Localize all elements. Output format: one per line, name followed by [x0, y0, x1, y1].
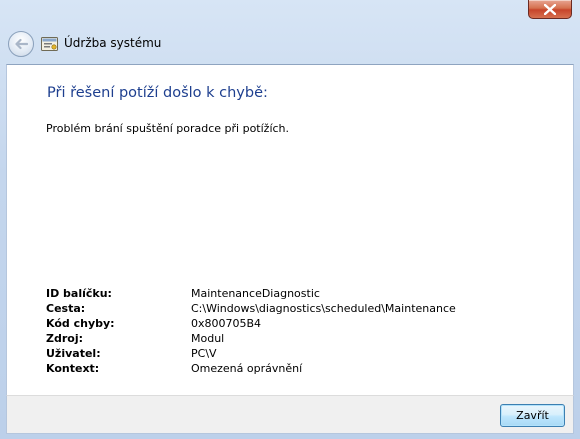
dialog-footer: Zavřít — [6, 395, 574, 434]
detail-label: Zdroj: — [46, 332, 84, 345]
detail-label: ID balíčku: — [46, 287, 112, 300]
close-icon — [544, 3, 556, 15]
detail-label: Cesta: — [46, 302, 86, 315]
detail-row-package-id: ID balíčku: MaintenanceDiagnostic — [46, 287, 546, 302]
error-message: Problém brání spuštění poradce při potíž… — [46, 122, 290, 135]
window-frame: Údržba systému Při řešení potíží došlo k… — [0, 0, 580, 439]
detail-label: Uživatel: — [46, 347, 101, 360]
detail-value: C:\Windows\diagnostics\scheduled\Mainten… — [191, 302, 456, 315]
back-button[interactable] — [8, 31, 34, 57]
detail-value: Omezená oprávnění — [191, 362, 303, 375]
error-heading: Při řešení potíží došlo k chybě: — [47, 85, 268, 101]
maintenance-icon — [41, 36, 58, 51]
navigation-bar: Údržba systému — [0, 24, 580, 64]
detail-row-path: Cesta: C:\Windows\diagnostics\scheduled\… — [46, 302, 546, 317]
error-details: ID balíčku: MaintenanceDiagnostic Cesta:… — [46, 287, 546, 377]
close-dialog-button[interactable]: Zavřít — [500, 404, 565, 427]
detail-value: MaintenanceDiagnostic — [191, 287, 320, 300]
window-title: Údržba systému — [64, 36, 162, 50]
detail-value: PC\V — [191, 347, 217, 360]
detail-row-error-code: Kód chyby: 0x800705B4 — [46, 317, 546, 332]
detail-value: 0x800705B4 — [191, 317, 262, 330]
detail-value: Modul — [191, 332, 225, 345]
detail-row-source: Zdroj: Modul — [46, 332, 546, 347]
detail-label: Kód chyby: — [46, 317, 115, 330]
window-close-button[interactable] — [528, 0, 572, 19]
detail-row-user: Uživatel: PC\V — [46, 347, 546, 362]
back-arrow-icon — [15, 38, 28, 50]
detail-label: Kontext: — [46, 362, 100, 375]
content-panel: Při řešení potíží došlo k chybě: Problém… — [6, 64, 574, 395]
detail-row-context: Kontext: Omezená oprávnění — [46, 362, 546, 377]
